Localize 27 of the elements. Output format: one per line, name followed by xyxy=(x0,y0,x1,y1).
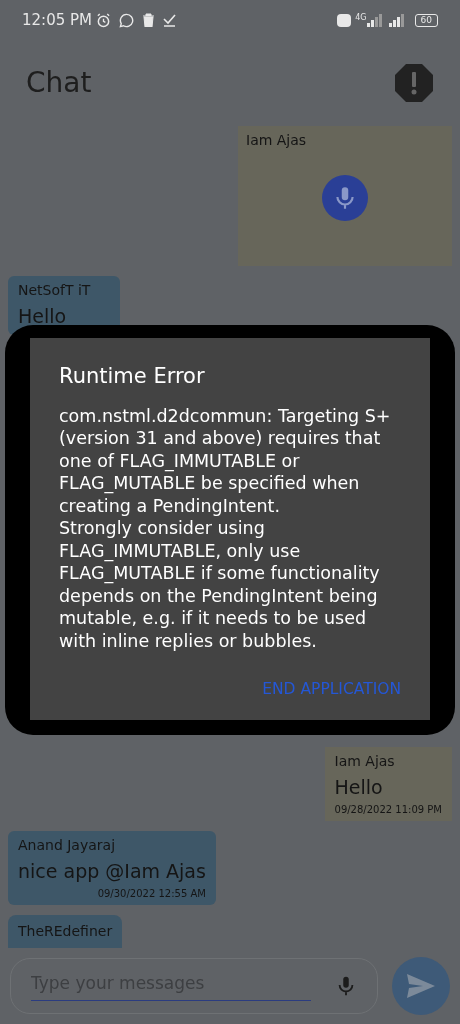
alert-icon xyxy=(394,63,434,103)
end-application-button[interactable]: END APPLICATION xyxy=(262,678,401,702)
page-title: Chat xyxy=(26,65,92,101)
message-text: Hello xyxy=(18,304,68,329)
sender-name: Anand Jayaraj xyxy=(18,836,117,855)
play-voice-button[interactable] xyxy=(322,175,368,221)
battery-level: 60 xyxy=(414,13,438,27)
dialog-message: com.nstml.d2dcommun: Targeting S+ (version 31 and above) requires that one of FLAG_IMMUTABLE or FLAG_MUTABLE be specified when creating a PendingIntent. Strongly consider using FLAG_IMMUTABLE, only use FLAG_MUTABLE if some functionality depends on the PendingIntent being mutable, e.g. if it needs to be used with inline replies or bubbles. xyxy=(59,404,392,652)
alarm-icon xyxy=(96,12,111,28)
message-text: nice app @Iam Ajas xyxy=(18,859,206,884)
chat-icon xyxy=(119,12,134,28)
signal-icon xyxy=(388,13,407,27)
checkmark-icon xyxy=(163,13,176,27)
sender-name: Iam Ajas xyxy=(334,752,396,771)
sender-name: Iam Ajas xyxy=(246,131,308,150)
send-icon xyxy=(407,974,435,998)
status-time: 12:05 PM xyxy=(22,9,92,31)
message-time: 09/28/2022 11:09 PM xyxy=(334,803,442,817)
message-text: Hello xyxy=(334,775,384,800)
trash-icon xyxy=(142,13,155,27)
sender-name: TheREdefiner xyxy=(18,923,113,939)
sender-name: NetSofT iT xyxy=(18,281,92,300)
network-type: 4G xyxy=(355,12,367,24)
dialog-title: Runtime Error xyxy=(59,363,206,390)
message-time: 09/30/2022 12:55 AM xyxy=(97,887,206,901)
alert-button[interactable] xyxy=(394,63,434,103)
signal-icon xyxy=(366,13,385,27)
